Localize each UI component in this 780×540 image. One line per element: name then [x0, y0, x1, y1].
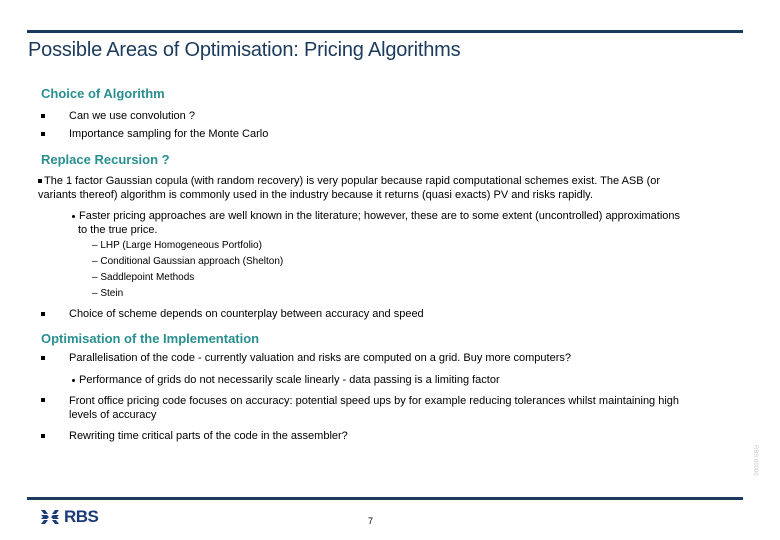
bullet-text-line: levels of accuracy: [69, 409, 157, 421]
dash-item-text: Stein: [100, 288, 124, 299]
square-bullet-icon: [41, 312, 45, 316]
sub-bullet-text: Faster pricing approaches are well known…: [79, 210, 681, 222]
bottom-divider: [27, 497, 743, 500]
recursion-paragraph: The 1 factor Gaussian copula (with rando…: [38, 174, 660, 202]
sub-bullet-item: Faster pricing approaches are well known…: [72, 209, 680, 237]
top-divider: [27, 30, 743, 33]
rbs-logo: RBS: [40, 507, 99, 527]
paragraph-line: variants thereof) algorithm is commonly …: [38, 189, 593, 201]
dot-bullet-icon: [72, 214, 75, 218]
heading-choice-of-algorithm: Choice of Algorithm: [41, 86, 165, 101]
dash-item: – Stein: [92, 288, 124, 299]
bullet-text: Choice of scheme depends on counterplay …: [69, 308, 424, 320]
square-bullet-icon: [41, 114, 45, 118]
bullet-text: Rewriting time critical parts of the cod…: [69, 430, 348, 442]
square-bullet-icon: [41, 434, 45, 438]
dash-item: – Conditional Gaussian approach (Shelton…: [92, 256, 284, 267]
square-bullet-icon: [41, 356, 45, 360]
dash-item-text: LHP (Large Homogeneous Portfolio): [100, 240, 262, 251]
square-bullet-icon: [41, 398, 45, 402]
sub-bullet-text: to the true price.: [78, 224, 158, 236]
square-bullet-icon: [38, 179, 42, 184]
dash-item: – Saddlepoint Methods: [92, 272, 195, 283]
bullet-text-line: Front office pricing code focuses on acc…: [69, 395, 680, 407]
heading-optimisation-implementation: Optimisation of the Implementation: [41, 331, 260, 346]
slide-title: Possible Areas of Optimisation: Pricing …: [28, 39, 461, 61]
dash-item-text: Saddlepoint Methods: [100, 272, 195, 283]
dash-item: – LHP (Large Homogeneous Portfolio): [92, 240, 262, 251]
sub-bullet-text: Performance of grids do not necessarily …: [79, 374, 500, 386]
bullet-text: Importance sampling for the Monte Carlo: [69, 128, 269, 140]
heading-replace-recursion: Replace Recursion ?: [41, 152, 170, 167]
bullet-text: Can we use convolution ?: [69, 110, 195, 122]
rbs-daisy-wheel-icon: [41, 510, 59, 524]
square-bullet-icon: [41, 132, 45, 136]
sub-bullet-item: Performance of grids do not necessarily …: [72, 373, 500, 387]
document-reference-code: RBS 00000: [752, 445, 758, 476]
bullet-text: Front office pricing code focuses on acc…: [69, 394, 679, 422]
dot-bullet-icon: [72, 378, 75, 382]
page-number: 7: [368, 516, 374, 526]
dash-item-text: Conditional Gaussian approach (Shelton): [100, 256, 284, 267]
paragraph-line: The 1 factor Gaussian copula (with rando…: [44, 175, 661, 187]
logo-text: RBS: [64, 507, 99, 526]
bullet-text: Parallelisation of the code - currently …: [69, 352, 571, 364]
